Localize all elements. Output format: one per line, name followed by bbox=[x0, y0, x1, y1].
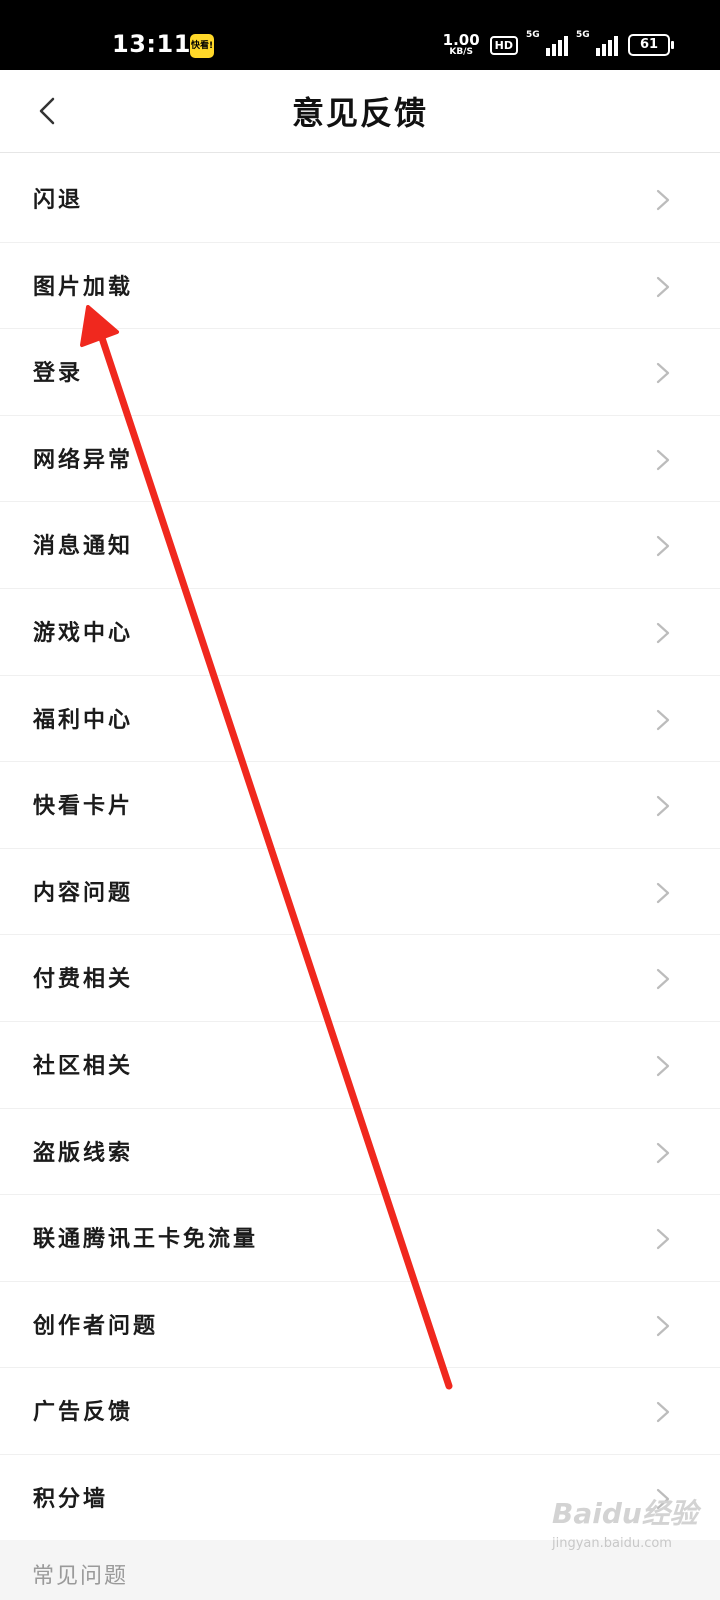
battery-icon: 61 bbox=[628, 34, 674, 56]
list-item[interactable]: 快看卡片 bbox=[0, 762, 720, 849]
chevron-right-icon bbox=[656, 363, 670, 384]
chevron-right-icon bbox=[656, 1315, 670, 1336]
list-item-label: 闪退 bbox=[33, 187, 84, 213]
chevron-right-icon bbox=[656, 276, 670, 297]
list-item-label: 网络异常 bbox=[33, 446, 134, 473]
list-item[interactable]: 广告反馈 bbox=[0, 1368, 720, 1455]
list-item[interactable]: 盗版线索 bbox=[0, 1109, 720, 1196]
list-item-label: 图片加载 bbox=[33, 273, 134, 300]
list-item[interactable]: 游戏中心 bbox=[0, 589, 720, 676]
list-item[interactable]: 福利中心 bbox=[0, 676, 720, 763]
signal-label: 5G bbox=[526, 30, 540, 40]
chevron-right-icon bbox=[656, 1055, 670, 1077]
feedback-category-list: 闪退 图片加载 登录 网络异常 消息通知 游戏中心 福利中心 快看卡片 内容问题… bbox=[0, 156, 720, 1542]
list-item[interactable]: 闪退 bbox=[0, 156, 720, 243]
list-item[interactable]: 登录 bbox=[0, 329, 720, 416]
list-item-label: 登录 bbox=[33, 360, 84, 387]
list-item-label: 快看卡片 bbox=[33, 793, 134, 820]
page-title: 意见反馈 bbox=[291, 94, 428, 132]
list-item-label: 广告反馈 bbox=[33, 1399, 134, 1426]
list-item-label: 游戏中心 bbox=[33, 619, 134, 646]
list-item[interactable]: 消息通知 bbox=[0, 502, 720, 589]
kuaikan-app-icon: 快看! bbox=[190, 34, 214, 58]
list-item[interactable]: 创作者问题 bbox=[0, 1282, 720, 1369]
faq-section-title: 常见问题 bbox=[32, 1564, 129, 1589]
list-item-label: 付费相关 bbox=[33, 966, 134, 993]
hd-voice-icon: HD bbox=[489, 35, 518, 55]
list-item[interactable]: 图片加载 bbox=[0, 243, 720, 330]
chevron-right-icon bbox=[656, 536, 670, 557]
chevron-right-icon bbox=[656, 969, 670, 990]
list-item[interactable]: 社区相关 bbox=[0, 1022, 720, 1109]
list-item-label: 创作者问题 bbox=[33, 1312, 159, 1339]
list-item[interactable]: 网络异常 bbox=[0, 416, 720, 503]
watermark-brand: Baidu经验 bbox=[552, 1497, 698, 1530]
list-item[interactable]: 内容问题 bbox=[0, 849, 720, 936]
chevron-right-icon bbox=[656, 189, 670, 211]
network-speed: 1.00 KB/S bbox=[443, 33, 480, 57]
chevron-right-icon bbox=[656, 449, 670, 470]
list-item-label: 社区相关 bbox=[33, 1052, 134, 1079]
list-item[interactable]: 付费相关 bbox=[0, 935, 720, 1022]
network-speed-unit: KB/S bbox=[449, 47, 473, 57]
list-item-label: 内容问题 bbox=[33, 879, 134, 906]
list-item-label: 积分墙 bbox=[33, 1485, 109, 1512]
chevron-right-icon bbox=[656, 882, 670, 903]
chevron-right-icon bbox=[656, 796, 670, 817]
list-item-label: 联通腾讯王卡免流量 bbox=[33, 1226, 259, 1253]
list-item-label: 福利中心 bbox=[33, 706, 134, 733]
network-speed-value: 1.00 bbox=[442, 31, 480, 49]
list-item-label: 盗版线索 bbox=[33, 1139, 134, 1166]
chevron-right-icon bbox=[656, 1229, 670, 1250]
signal-icon: 5G bbox=[526, 30, 568, 56]
chevron-right-icon bbox=[656, 1142, 670, 1163]
signal-label: 5G bbox=[576, 30, 590, 40]
status-time: 13:11 bbox=[112, 30, 191, 58]
list-item[interactable]: 联通腾讯王卡免流量 bbox=[0, 1195, 720, 1282]
status-bar: 13:11 快看! 1.00 KB/S HD 5G 5G 61 bbox=[0, 0, 720, 70]
list-item-label: 消息通知 bbox=[33, 533, 134, 560]
chevron-right-icon bbox=[656, 622, 670, 644]
signal-icon: 5G bbox=[576, 30, 618, 56]
chevron-right-icon bbox=[656, 1402, 670, 1423]
baidu-watermark: Baidu经验 jingyan.baidu.com bbox=[552, 1492, 712, 1572]
status-indicators: 1.00 KB/S HD 5G 5G 61 bbox=[443, 30, 674, 60]
chevron-right-icon bbox=[656, 709, 670, 730]
watermark-url: jingyan.baidu.com bbox=[552, 1536, 672, 1551]
nav-header: 意见反馈 bbox=[0, 70, 720, 153]
